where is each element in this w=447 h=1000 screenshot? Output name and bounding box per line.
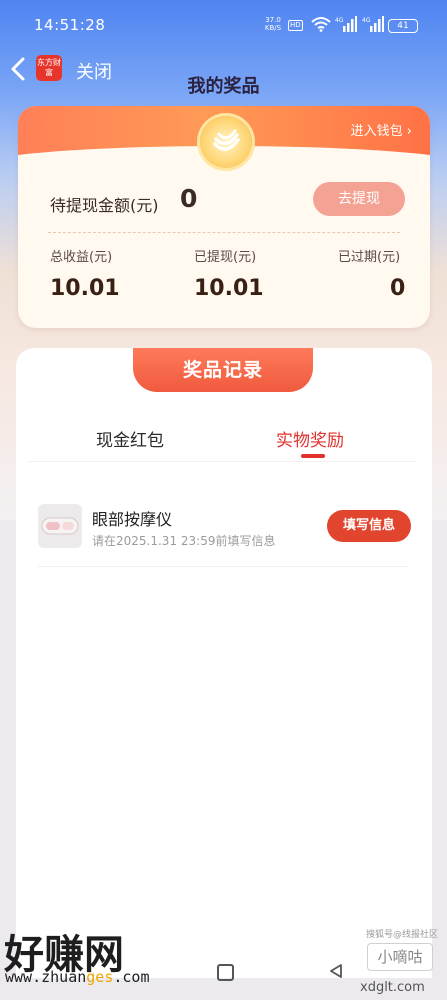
- prize-records-header: 奖品记录: [133, 348, 313, 392]
- banana-icon: [213, 129, 240, 151]
- expired-label: 已过期(元): [338, 250, 401, 265]
- watermark-url-part3: .com: [113, 968, 150, 986]
- watermark-url-part1: www.zhuan: [5, 968, 87, 986]
- prize-thumbnail: [38, 504, 82, 548]
- page-title: 我的奖品: [187, 76, 260, 97]
- withdrawn-value: 10.01: [194, 276, 264, 301]
- withdrawn-label: 已提现(元): [194, 250, 257, 265]
- network-speed: 37.0 KB/S: [262, 16, 284, 32]
- summary-card: 进入钱包 › 待提现金额(元) 0 去提现 总收益(元) 10.01 已提现(元…: [18, 106, 430, 328]
- watermark-url: www.zhuanges.com: [5, 968, 150, 986]
- banana-coin-icon: [200, 116, 252, 168]
- tab-divider: [28, 461, 416, 462]
- fill-info-button[interactable]: 填写信息: [327, 510, 411, 542]
- expired-value: 0: [390, 276, 406, 301]
- list-divider: [38, 566, 408, 567]
- total-earnings-value: 10.01: [50, 276, 120, 301]
- dashed-divider: [48, 232, 400, 233]
- tab-cash-red-packet[interactable]: 现金红包: [96, 426, 164, 451]
- network-speed-value: 37.0: [265, 16, 281, 24]
- watermark-url-part2: ges: [86, 968, 114, 986]
- prize-records-panel: [16, 348, 432, 978]
- watermark-right-badge: 小嘀咕: [367, 943, 433, 971]
- watermark-right-caption: 搜狐号@线报社区: [366, 930, 439, 940]
- active-tab-indicator: [301, 454, 325, 458]
- square-home-icon[interactable]: [217, 964, 234, 981]
- prize-name: 眼部按摩仪: [92, 510, 173, 529]
- battery-indicator: 41: [388, 19, 418, 33]
- hd-badge: HD: [288, 20, 303, 31]
- cell-signal-icon: 4G: [335, 16, 357, 32]
- cell-signal-icon-2: 4G: [362, 16, 384, 32]
- enter-wallet-link[interactable]: 进入钱包 ›: [351, 120, 412, 139]
- pending-amount-value: 0: [180, 184, 198, 213]
- cell-signal-label: 4G: [335, 17, 344, 24]
- pending-amount-label: 待提现金额(元): [50, 196, 159, 215]
- triangle-back-icon[interactable]: [328, 963, 344, 979]
- tab-physical-rewards[interactable]: 实物奖励: [276, 426, 344, 451]
- watermark-right-url: xdglt.com: [360, 980, 425, 995]
- eye-massager-image: [41, 517, 79, 535]
- total-earnings-label: 总收益(元): [50, 250, 113, 265]
- withdraw-button[interactable]: 去提现: [313, 182, 405, 216]
- wifi-icon: [311, 17, 331, 32]
- status-bar: 14:51:28 37.0 KB/S HD 4G 4G 41: [0, 0, 447, 54]
- network-speed-unit: KB/S: [264, 24, 282, 32]
- status-time: 14:51:28: [34, 16, 106, 34]
- prize-deadline: 请在2025.1.31 23:59前填写信息: [92, 534, 276, 548]
- cell-signal-label-2: 4G: [362, 17, 371, 24]
